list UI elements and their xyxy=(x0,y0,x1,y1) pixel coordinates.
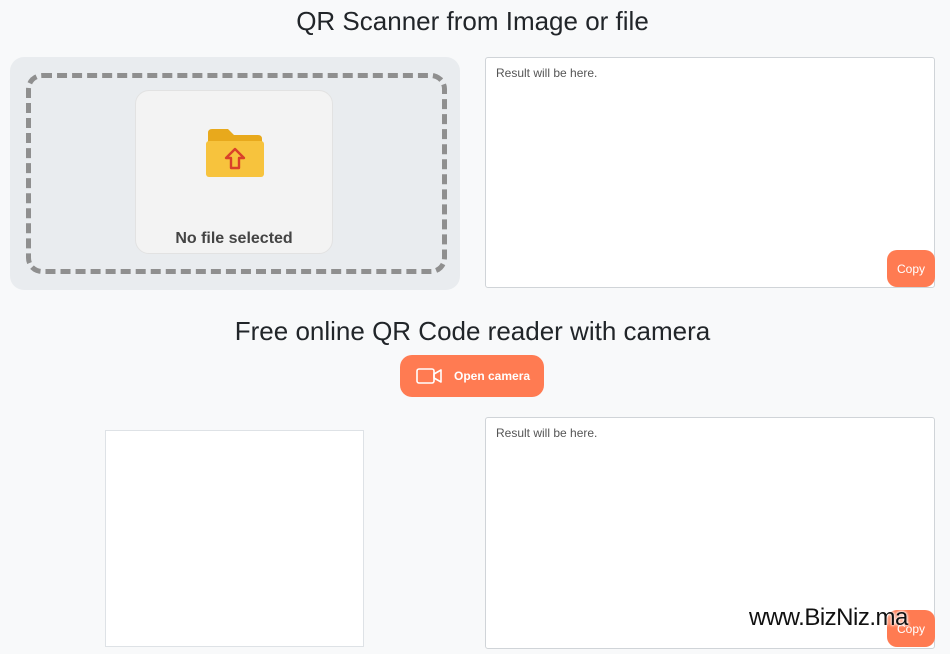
file-status: No file selected xyxy=(175,230,293,247)
camera-section-title: Free online QR Code reader with camera xyxy=(234,316,711,346)
open-camera-button[interactable]: Open camera xyxy=(400,355,544,397)
video-camera-icon xyxy=(416,368,442,384)
copy-button[interactable]: Copy xyxy=(887,250,935,287)
camera-preview xyxy=(105,430,364,647)
file-picker[interactable]: No file selected xyxy=(135,90,333,254)
watermark: www.BizNiz.ma xyxy=(749,604,908,631)
folder-upload-icon xyxy=(206,129,264,177)
page-title: QR Scanner from Image or file xyxy=(296,6,649,36)
scan-result-box[interactable]: Result will be here. xyxy=(485,57,935,288)
open-camera-label: Open camera xyxy=(454,369,531,383)
file-drop-zone[interactable]: No file selected xyxy=(10,57,460,290)
result-placeholder: Result will be here. xyxy=(496,66,598,80)
result-placeholder: Result will be here. xyxy=(496,426,598,440)
